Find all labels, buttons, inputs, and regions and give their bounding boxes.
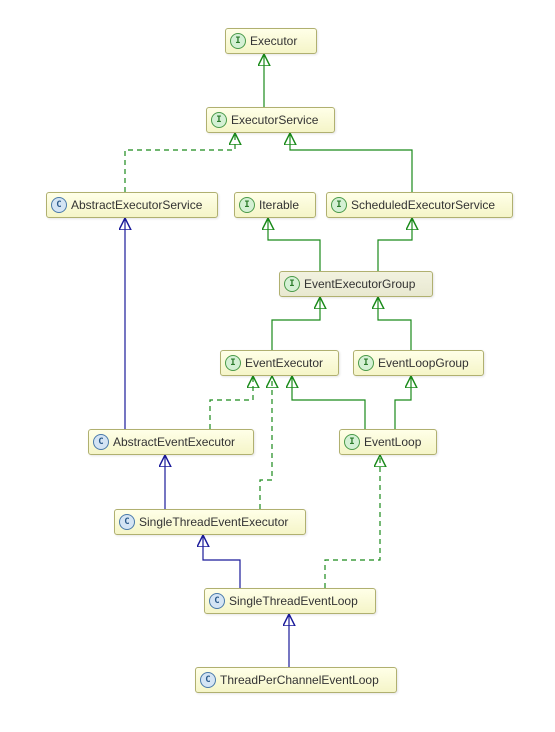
node-single-thread-event-executor[interactable]: C SingleThreadEventExecutor [114,509,306,535]
node-label: SingleThreadEventLoop [229,594,358,608]
node-label: Iterable [259,198,299,212]
node-label: ExecutorService [231,113,318,127]
node-abstract-event-executor[interactable]: C AbstractEventExecutor [88,429,254,455]
node-label: SingleThreadEventExecutor [139,515,288,529]
class-icon: C [200,672,216,688]
node-executor-service[interactable]: I ExecutorService [206,107,335,133]
node-label: AbstractExecutorService [71,198,202,212]
node-label: EventExecutor [245,356,323,370]
node-event-executor[interactable]: I EventExecutor [220,350,339,376]
interface-icon: I [230,33,246,49]
class-icon: C [119,514,135,530]
node-event-loop[interactable]: I EventLoop [339,429,437,455]
node-label: Executor [250,34,297,48]
node-scheduled-executor-service[interactable]: I ScheduledExecutorService [326,192,513,218]
node-label: ThreadPerChannelEventLoop [220,673,379,687]
node-label: AbstractEventExecutor [113,435,235,449]
node-executor[interactable]: I Executor [225,28,317,54]
class-icon: C [51,197,67,213]
interface-icon: I [211,112,227,128]
node-label: EventExecutorGroup [304,277,415,291]
node-iterable[interactable]: I Iterable [234,192,316,218]
node-single-thread-event-loop[interactable]: C SingleThreadEventLoop [204,588,376,614]
class-icon: C [93,434,109,450]
node-label: EventLoopGroup [378,356,469,370]
node-label: EventLoop [364,435,421,449]
interface-icon: I [358,355,374,371]
node-label: ScheduledExecutorService [351,198,495,212]
interface-icon: I [239,197,255,213]
node-abstract-executor-service[interactable]: C AbstractExecutorService [46,192,218,218]
node-thread-per-channel-event-loop[interactable]: C ThreadPerChannelEventLoop [195,667,397,693]
node-event-executor-group[interactable]: I EventExecutorGroup [279,271,433,297]
interface-icon: I [344,434,360,450]
interface-icon: I [225,355,241,371]
node-event-loop-group[interactable]: I EventLoopGroup [353,350,484,376]
class-icon: C [209,593,225,609]
interface-icon: I [284,276,300,292]
interface-icon: I [331,197,347,213]
